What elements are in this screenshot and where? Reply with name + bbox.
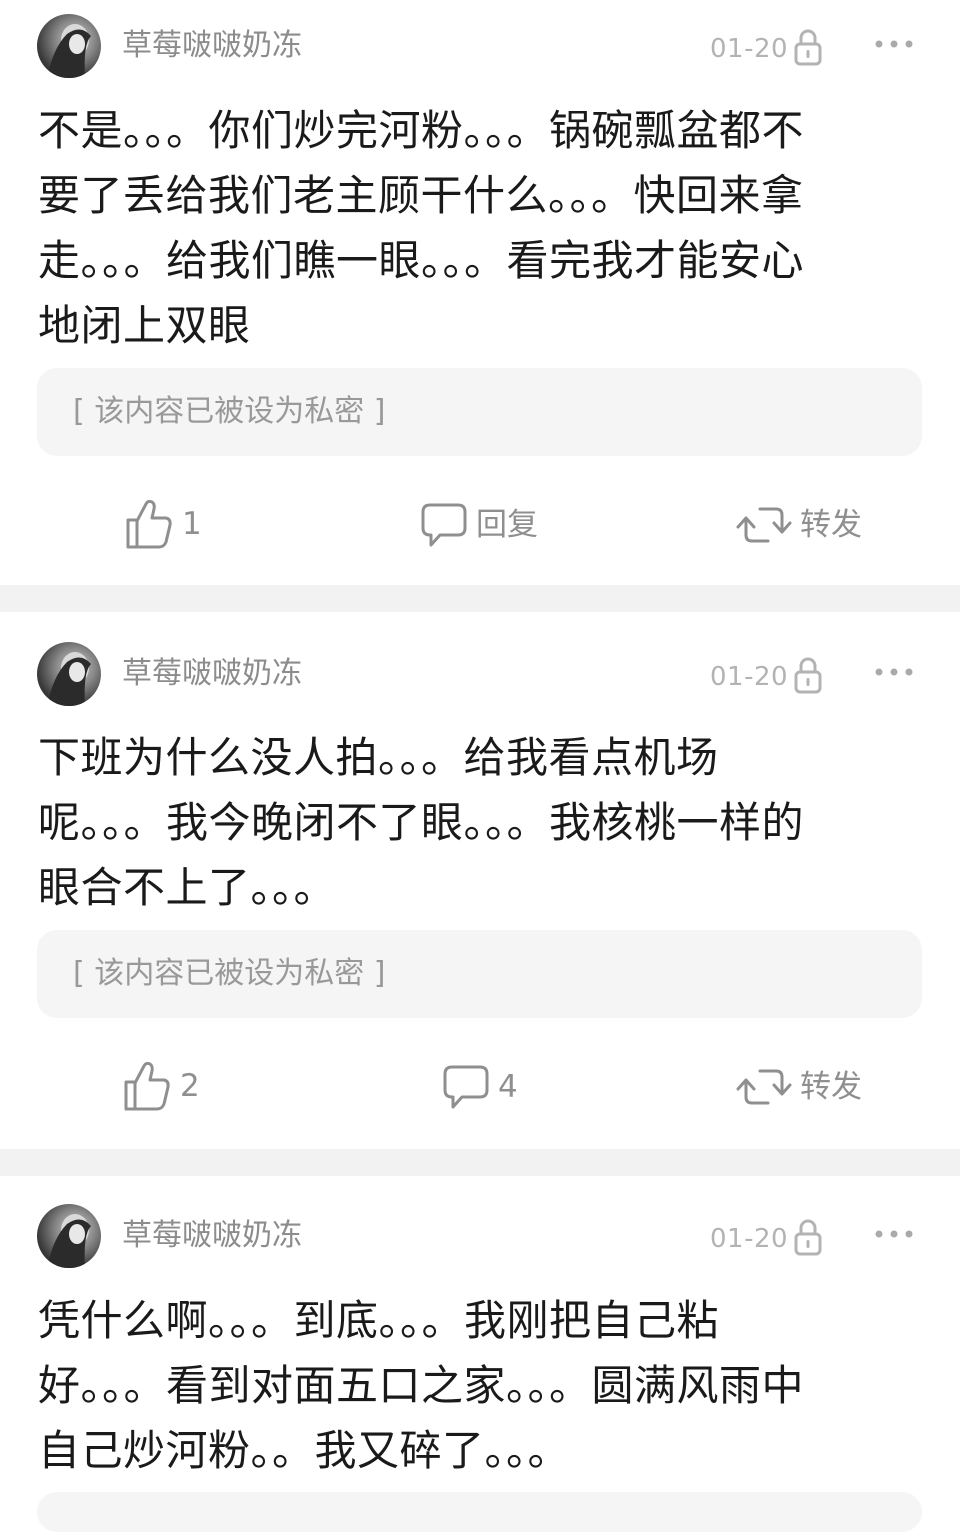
repost-label: 转发 (800, 507, 862, 543)
comment-icon (443, 1065, 489, 1109)
post-content: 不是。。。你们炒完河粉。。。锅碗瓢盆都不 要了丢给我们老主顾干什么。。。快回来拿… (38, 98, 908, 358)
thumbs-up-icon (124, 1061, 170, 1111)
lock-icon (794, 657, 822, 694)
private-notice: [ 该内容已被设为私密 ] (73, 394, 386, 429)
repost-button[interactable]: 转发 (736, 1067, 862, 1107)
private-content-box[interactable]: [ 该内容已被设为私密 ] (37, 930, 922, 1018)
username[interactable]: 草莓啵啵奶冻 (122, 28, 302, 64)
username[interactable]: 草莓啵啵奶冻 (122, 656, 302, 692)
content-line: 要了丢给我们老主顾干什么。。。快回来拿 (38, 171, 804, 220)
private-content-box[interactable] (37, 1492, 922, 1532)
content-line: 走。。。给我们瞧一眼。。。看完我才能安心 (38, 236, 805, 285)
repost-icon (736, 507, 792, 543)
content-line: 好。。。看到对面五口之家。。。圆满风雨中 (38, 1361, 805, 1410)
lock-icon (794, 1219, 822, 1256)
post-separator (0, 585, 960, 612)
like-button[interactable]: 1 (124, 498, 202, 550)
reply-button[interactable]: 回复 (420, 502, 538, 548)
thumbs-up-icon (126, 499, 172, 549)
content-line: 呢。。。我今晚闭不了眼。。。我核桃一样的 (38, 798, 805, 847)
reply-button[interactable]: 4 (442, 1064, 518, 1110)
like-count: 1 (182, 506, 202, 542)
more-options-icon[interactable] (872, 1224, 916, 1244)
repost-icon (736, 1069, 792, 1105)
avatar-image (47, 1214, 91, 1268)
avatar[interactable] (37, 642, 101, 706)
private-content-box[interactable]: [ 该内容已被设为私密 ] (37, 368, 922, 456)
avatar[interactable] (37, 1204, 101, 1268)
post-content: 下班为什么没人拍。。。给我看点机场 呢。。。我今晚闭不了眼。。。我核桃一样的 眼… (38, 725, 908, 920)
content-line: 眼合不上了。。。 (38, 863, 337, 912)
post-card: 草莓啵啵奶冻 01-20 下班为什么没人拍。。。给我看点机场 呢。。。我今晚闭不… (0, 612, 960, 1149)
reply-label: 回复 (476, 507, 538, 543)
like-count: 2 (180, 1068, 200, 1104)
content-line: 自己炒河粉。。我又碎了。。。 (38, 1426, 571, 1475)
post-date: 01-20 (710, 34, 789, 64)
post-date: 01-20 (710, 1224, 789, 1254)
lock-icon (794, 29, 822, 66)
content-line: 地闭上双眼 (38, 301, 251, 350)
avatar[interactable] (37, 14, 101, 78)
comment-icon (421, 503, 467, 547)
post-content: 凭什么啊。。。到底。。。我刚把自己粘 好。。。看到对面五口之家。。。圆满风雨中 … (38, 1288, 908, 1483)
post-date: 01-20 (710, 662, 789, 692)
content-line: 不是。。。你们炒完河粉。。。锅碗瓢盆都不 (38, 106, 805, 155)
post-card: 草莓啵啵奶冻 01-20 凭什么啊。。。到底。。。我刚把自己粘 好。。。看到对面… (0, 1176, 960, 1532)
content-line: 下班为什么没人拍。。。给我看点机场 (38, 733, 719, 782)
repost-label: 转发 (800, 1069, 862, 1105)
avatar-image (47, 24, 91, 78)
private-notice: [ 该内容已被设为私密 ] (73, 956, 386, 991)
repost-button[interactable]: 转发 (736, 505, 862, 545)
more-options-icon[interactable] (872, 662, 916, 682)
username[interactable]: 草莓啵啵奶冻 (122, 1218, 302, 1254)
reply-count: 4 (498, 1069, 518, 1105)
more-options-icon[interactable] (872, 34, 916, 54)
post-card: 草莓啵啵奶冻 01-20 不是。。。你们炒完河粉。。。锅碗瓢盆都不 要了丢给我们… (0, 0, 960, 585)
avatar-image (47, 652, 91, 706)
content-line: 凭什么啊。。。到底。。。我刚把自己粘 (38, 1296, 720, 1345)
post-separator (0, 1149, 960, 1176)
like-button[interactable]: 2 (122, 1060, 200, 1112)
